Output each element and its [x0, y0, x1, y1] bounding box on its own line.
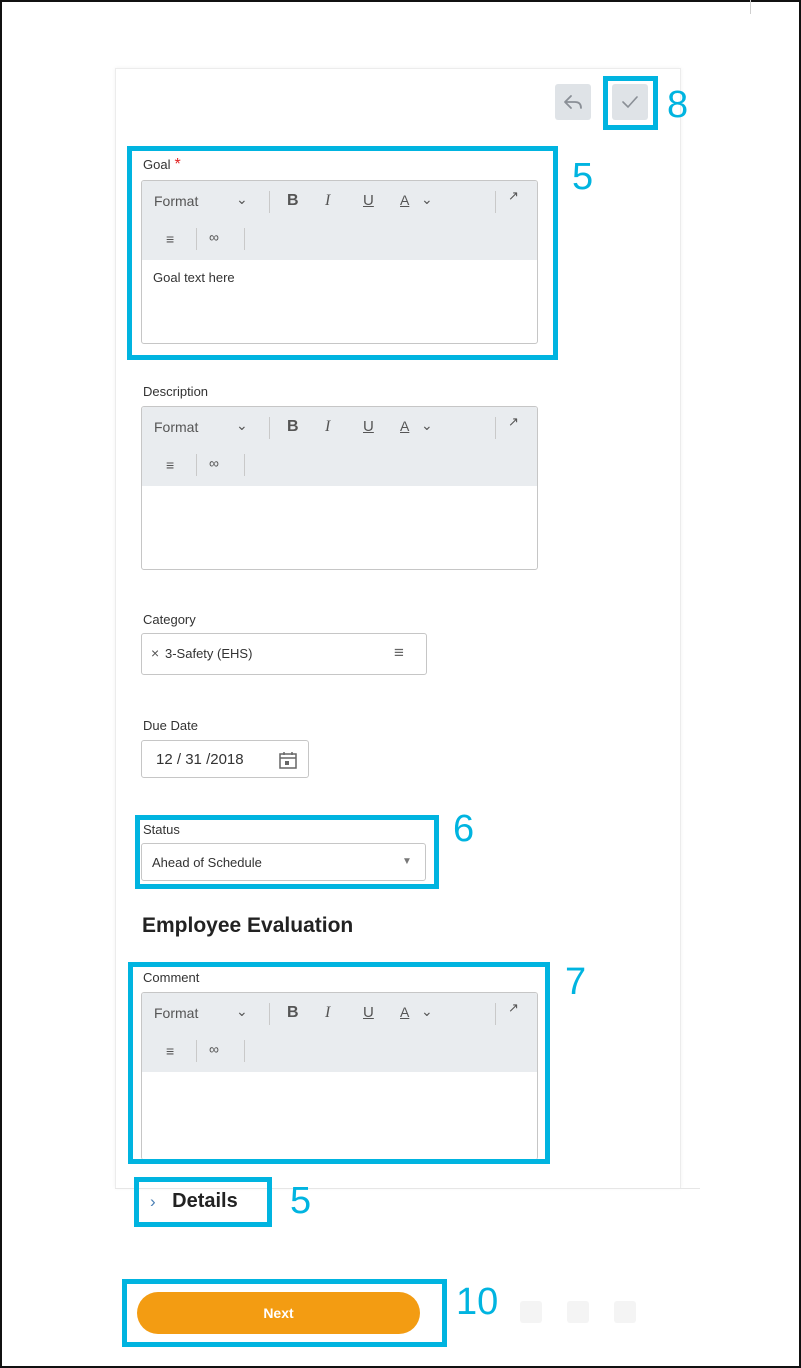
highlight-box-submit: [603, 76, 658, 130]
description-text[interactable]: [142, 486, 537, 506]
due-date-value: 12 / 31 /2018: [156, 751, 244, 768]
highlight-box-details: [134, 1177, 272, 1227]
expand-icon[interactable]: ↗: [508, 414, 519, 430]
section-heading: Employee Evaluation: [142, 914, 354, 937]
highlight-box-comment: [128, 962, 550, 1164]
callout-number: 5: [290, 1180, 312, 1222]
font-color-button[interactable]: A: [400, 418, 409, 434]
cancel-button[interactable]: [555, 84, 591, 120]
reply-arrow-icon: [564, 95, 582, 109]
chevron-down-icon[interactable]: ⌄: [421, 417, 433, 434]
due-date-input[interactable]: 12 / 31 /2018: [141, 740, 309, 778]
callout-number: 8: [667, 84, 689, 126]
due-date-label: Due Date: [143, 718, 198, 733]
toolbar-divider: [495, 417, 496, 439]
toolbar-divider: [196, 454, 197, 476]
highlight-box-status: [135, 815, 439, 889]
faded-icon: [614, 1301, 636, 1323]
bulleted-list-icon[interactable]: ≡: [166, 457, 174, 473]
description-editor[interactable]: Format ⌄ B I U A ⌄ ↗ ≡ ∞: [141, 406, 538, 570]
category-prompt[interactable]: × 3-Safety (EHS) ≡: [141, 633, 427, 675]
calendar-icon[interactable]: [278, 750, 298, 770]
faded-icon: [520, 1301, 542, 1323]
callout-number: 7: [565, 961, 587, 1003]
list-icon[interactable]: ≡: [394, 643, 404, 663]
toolbar-divider: [269, 417, 270, 439]
editor-toolbar: Format ⌄ B I U A ⌄ ↗ ≡ ∞: [142, 407, 537, 486]
italic-button[interactable]: I: [325, 418, 330, 436]
format-dropdown[interactable]: Format: [154, 419, 198, 435]
faded-icon: [567, 1301, 589, 1323]
link-icon[interactable]: ∞: [209, 455, 219, 471]
callout-number: 6: [453, 808, 475, 850]
toolbar-divider: [244, 454, 245, 476]
bold-button[interactable]: B: [287, 418, 299, 436]
chevron-down-icon[interactable]: ⌄: [236, 417, 248, 434]
callout-number: 5: [572, 156, 594, 198]
highlight-box-next: [122, 1279, 447, 1347]
description-label: Description: [143, 384, 209, 399]
category-label: Category: [143, 612, 196, 627]
highlight-box-goal: [127, 146, 558, 360]
underline-button[interactable]: U: [363, 418, 374, 435]
callout-number: 10: [456, 1281, 499, 1323]
category-chip: 3-Safety (EHS): [165, 646, 253, 661]
chip-remove-icon[interactable]: ×: [151, 645, 159, 661]
